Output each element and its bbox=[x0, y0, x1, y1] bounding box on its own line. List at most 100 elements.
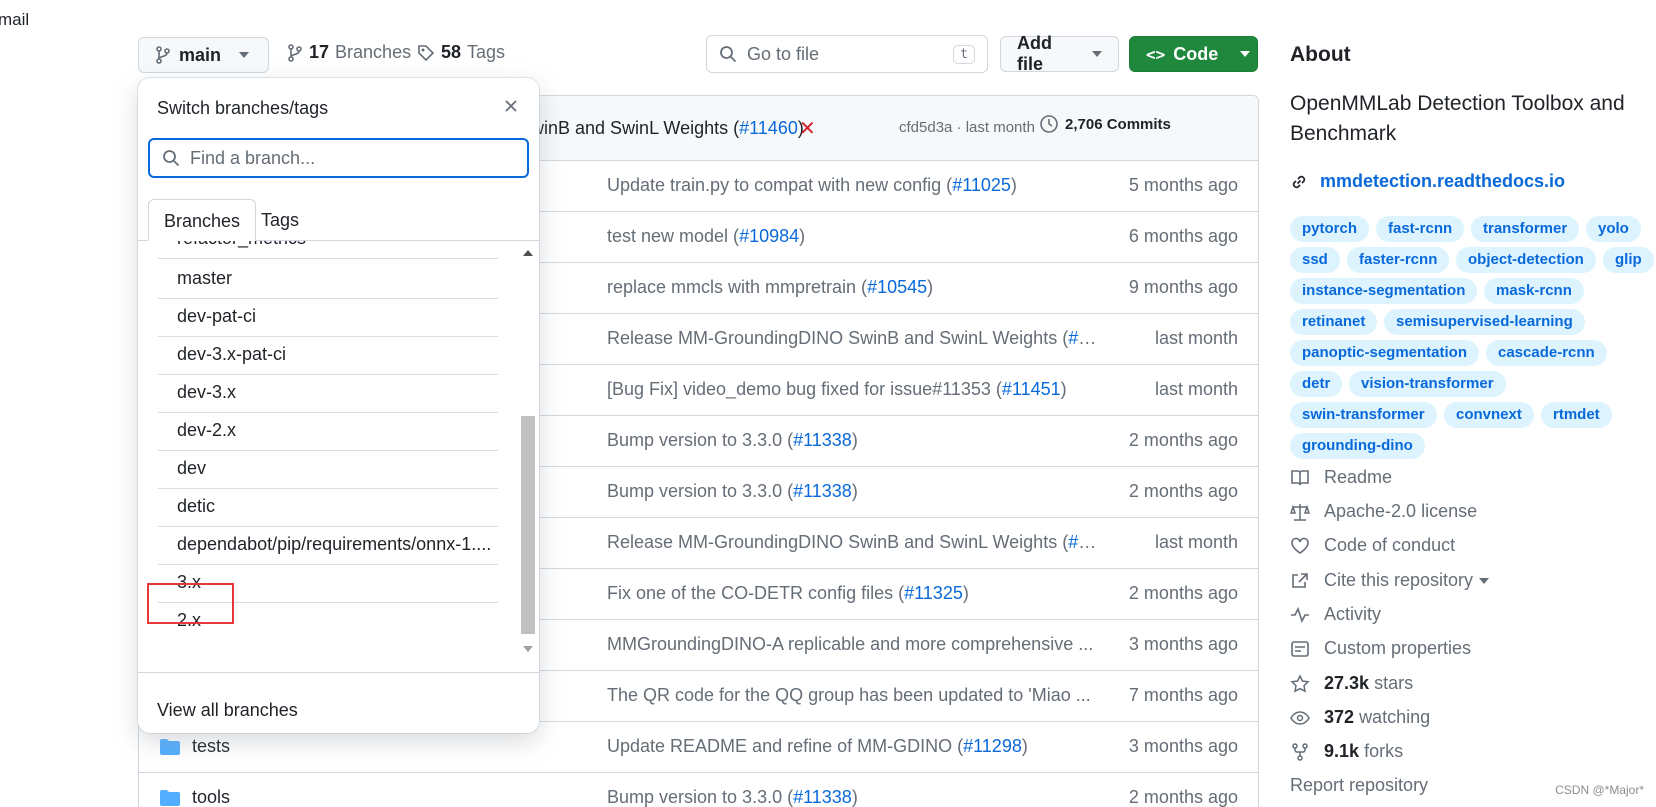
branch-select-button[interactable]: main bbox=[138, 37, 269, 73]
topic-tag[interactable]: faster-rcnn bbox=[1347, 247, 1450, 273]
file-name[interactable]: tests bbox=[192, 736, 230, 757]
commit-pr-link[interactable]: #11460 bbox=[739, 118, 798, 138]
tags-link[interactable]: 58 Tags bbox=[417, 42, 505, 63]
topic-tag[interactable]: semisupervised-learning bbox=[1384, 309, 1585, 335]
pr-link[interactable]: #11298 bbox=[963, 736, 1022, 756]
commit-age: 2 months ago bbox=[1128, 583, 1238, 603]
commits-history-link[interactable]: 2,706 Commits bbox=[1039, 114, 1171, 134]
commit-message[interactable]: [Bug Fix] video_demo bug fixed for issue… bbox=[607, 379, 1097, 400]
topic-tag[interactable]: object-detection bbox=[1456, 247, 1596, 273]
latest-commit-message[interactable]: SwinB and SwinL Weights (#11460) bbox=[519, 118, 804, 139]
topic-tag[interactable]: cascade-rcnn bbox=[1486, 340, 1607, 366]
commit-message-tail: ) bbox=[851, 430, 858, 450]
commit-message[interactable]: test new model (#10984) bbox=[607, 226, 1097, 247]
topic-tag[interactable]: panoptic-segmentation bbox=[1290, 340, 1480, 366]
pr-link[interactable]: #11... bbox=[1068, 328, 1097, 348]
pr-link[interactable]: #10984 bbox=[739, 226, 799, 246]
commit-message[interactable]: Release MM-GroundingDINO SwinB and SwinL… bbox=[607, 328, 1097, 349]
topic-tag[interactable]: convnext bbox=[1444, 402, 1534, 428]
x-icon[interactable]: ✕ bbox=[799, 116, 816, 141]
commit-age: 3 months ago bbox=[1128, 634, 1238, 654]
table-row[interactable]: tools Bump version to 3.3.0 (#11338) 2 mon… bbox=[139, 773, 1258, 807]
scrollbar-thumb[interactable] bbox=[521, 416, 535, 634]
topic-tag[interactable]: instance-segmentation bbox=[1290, 278, 1478, 304]
cite-link[interactable]: Cite this repository bbox=[1290, 570, 1490, 591]
commit-message[interactable]: Update README and refine of MM-GDINO (#1… bbox=[607, 736, 1097, 757]
branch-item[interactable]: dev-2.x bbox=[158, 411, 498, 451]
topic-tag[interactable]: rtmdet bbox=[1541, 402, 1612, 428]
topic-tag[interactable]: detr bbox=[1290, 371, 1343, 397]
stars-link[interactable]: 27.3k stars bbox=[1290, 673, 1413, 694]
forks-link[interactable]: 9.1k forks bbox=[1290, 741, 1403, 762]
conduct-link[interactable]: Code of conduct bbox=[1290, 535, 1455, 556]
watching-link[interactable]: 372 watching bbox=[1290, 707, 1430, 728]
branch-item[interactable]: dependabot/pip/requirements/onnx-1.... bbox=[158, 525, 498, 565]
pr-link[interactable]: #11325 bbox=[904, 583, 963, 603]
git-branch-icon bbox=[288, 43, 302, 62]
license-link[interactable]: Apache-2.0 license bbox=[1290, 501, 1477, 522]
go-to-file-input[interactable]: Go to file t bbox=[706, 35, 988, 73]
topic-tag[interactable]: grounding-dino bbox=[1290, 433, 1425, 459]
branches-link[interactable]: 17 Branches bbox=[287, 42, 411, 63]
tab-tags[interactable]: Tags bbox=[246, 199, 314, 241]
add-file-button[interactable]: Add file bbox=[1000, 33, 1119, 74]
commit-message[interactable]: The QR code for the QQ group has been up… bbox=[607, 685, 1097, 706]
topic-tag[interactable]: transformer bbox=[1471, 216, 1580, 242]
view-all-branches-link[interactable]: View all branches bbox=[157, 700, 298, 721]
topic-tag[interactable]: vision-transformer bbox=[1349, 371, 1506, 397]
folder-icon bbox=[160, 739, 180, 755]
pr-link[interactable]: #11451 bbox=[1002, 379, 1061, 399]
commit-message[interactable]: Update train.py to compat with new confi… bbox=[607, 175, 1097, 196]
file-name[interactable]: tools bbox=[192, 787, 230, 807]
report-repository-link[interactable]: Report repository bbox=[1290, 775, 1428, 796]
shortcut-key: t bbox=[953, 44, 975, 64]
external-cite-icon bbox=[1292, 572, 1308, 588]
code-brackets-icon: <> bbox=[1146, 44, 1166, 64]
commit-message[interactable]: Fix one of the CO-DETR config files (#11… bbox=[607, 583, 1097, 604]
topic-tag[interactable]: glip bbox=[1603, 247, 1654, 273]
topic-tag[interactable]: yolo bbox=[1586, 216, 1641, 242]
branch-item-partial[interactable]: refactor_metrics bbox=[158, 241, 498, 259]
branch-item[interactable]: dev-3.x-pat-ci bbox=[158, 335, 498, 375]
commit-message-tail: ) bbox=[799, 226, 806, 246]
topic-tag[interactable]: mask-rcnn bbox=[1484, 278, 1584, 304]
branch-item[interactable]: detic bbox=[158, 487, 498, 527]
topic-tag[interactable]: swin-transformer bbox=[1290, 402, 1437, 428]
activity-link[interactable]: Activity bbox=[1290, 604, 1381, 625]
commit-message[interactable]: Bump version to 3.3.0 (#11338) bbox=[607, 481, 1097, 502]
custom-properties-link[interactable]: Custom properties bbox=[1290, 638, 1471, 659]
branch-item[interactable]: dev bbox=[158, 449, 498, 489]
website-link[interactable]: mmdetection.readthedocs.io bbox=[1290, 171, 1565, 192]
commit-message[interactable]: Bump version to 3.3.0 (#11338) bbox=[607, 430, 1097, 451]
commit-message[interactable]: replace mmcls with mmpretrain (#10545) bbox=[607, 277, 1097, 298]
topic-tag[interactable]: ssd bbox=[1290, 247, 1340, 273]
commit-message[interactable]: Bump version to 3.3.0 (#11338) bbox=[607, 787, 1097, 807]
topic-tag[interactable]: pytorch bbox=[1290, 216, 1370, 242]
topic-tag[interactable]: fast-rcnn bbox=[1376, 216, 1465, 242]
readme-link[interactable]: Readme bbox=[1290, 467, 1392, 488]
branch-list-scrollbar[interactable] bbox=[519, 250, 537, 652]
branch-item[interactable]: master bbox=[158, 259, 498, 299]
pr-link[interactable]: #10545 bbox=[867, 277, 927, 297]
scroll-up-arrow-icon[interactable] bbox=[523, 250, 533, 256]
commit-hash-age[interactable]: cfd5d3a · last month bbox=[899, 119, 1035, 136]
pr-link[interactable]: #11025 bbox=[952, 175, 1011, 195]
branch-search-input[interactable] bbox=[190, 147, 510, 169]
commit-message[interactable]: MMGroundingDINO-A replicable and more co… bbox=[607, 634, 1097, 655]
pr-link[interactable]: #11338 bbox=[793, 481, 852, 501]
repo-forked-icon bbox=[1292, 742, 1308, 761]
branch-search-field[interactable] bbox=[148, 138, 529, 178]
pr-link[interactable]: #11338 bbox=[793, 787, 852, 807]
commit-message[interactable]: Release MM-GroundingDINO SwinB and SwinL… bbox=[607, 532, 1097, 553]
branch-item[interactable]: dev-pat-ci bbox=[158, 297, 498, 337]
topic-tag[interactable]: retinanet bbox=[1290, 309, 1378, 335]
pr-link[interactable]: #11338 bbox=[793, 430, 852, 450]
code-button[interactable]: <> Code bbox=[1129, 36, 1258, 72]
about-heading: About bbox=[1290, 43, 1351, 66]
scroll-down-arrow-icon[interactable] bbox=[523, 646, 533, 652]
chevron-down-icon bbox=[239, 52, 250, 58]
pr-link[interactable]: #11... bbox=[1068, 532, 1097, 552]
branch-item[interactable]: dev-3.x bbox=[158, 373, 498, 413]
tab-branches[interactable]: Branches bbox=[148, 199, 257, 241]
close-icon[interactable] bbox=[503, 98, 519, 114]
